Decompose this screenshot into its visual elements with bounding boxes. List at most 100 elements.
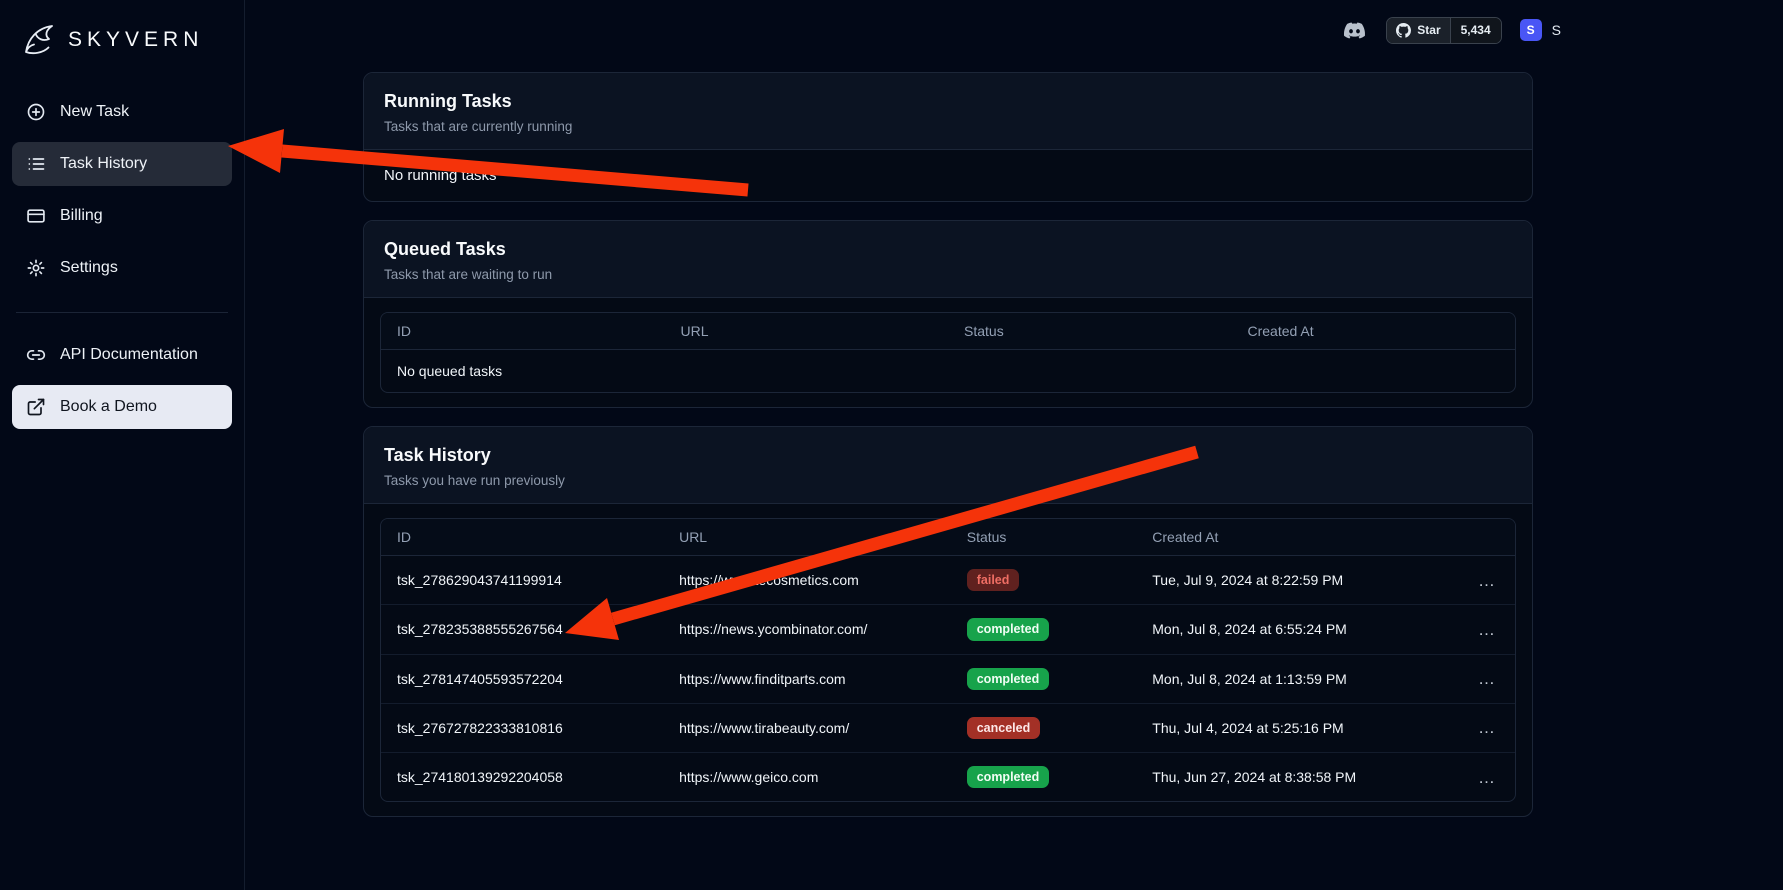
table-header-row: ID URL Status Created At [381, 313, 1515, 350]
github-star-count[interactable]: 5,434 [1450, 18, 1501, 43]
task-history-body: tsk_278629043741199914 https://www.tecos… [381, 556, 1515, 802]
sidebar-item-settings[interactable]: Settings [12, 246, 232, 290]
running-tasks-empty-text: No running tasks [364, 150, 1532, 201]
card-subtitle: Tasks you have run previously [384, 473, 1512, 488]
task-actions-cell: … [1458, 654, 1515, 703]
column-header-created-at: Created At [1136, 519, 1458, 556]
sidebar-item-book-a-demo[interactable]: Book a Demo [12, 385, 232, 429]
sidebar-item-task-history[interactable]: Task History [12, 142, 232, 186]
task-status-cell: completed [951, 605, 1137, 654]
skyvern-logo-icon [18, 20, 58, 60]
discord-icon[interactable] [1341, 20, 1368, 41]
task-actions-cell: … [1458, 556, 1515, 605]
row-actions-button[interactable]: … [1474, 621, 1499, 638]
sidebar-divider [16, 312, 228, 313]
credit-card-icon [26, 206, 46, 226]
task-id-cell: tsk_278235388555267564 [381, 605, 663, 654]
column-header-status: Status [951, 519, 1137, 556]
github-icon [1396, 23, 1411, 38]
link-icon [26, 345, 46, 365]
empty-row: No queued tasks [381, 350, 1515, 393]
task-created-cell: Thu, Jun 27, 2024 at 8:38:58 PM [1136, 753, 1458, 802]
list-icon [26, 154, 46, 174]
github-star-segment[interactable]: Star [1387, 18, 1449, 43]
brand-name: SKYVERN [68, 28, 203, 52]
status-badge: completed [967, 668, 1050, 690]
task-url-cell: https://www.geico.com [663, 753, 951, 802]
column-header-id: ID [381, 519, 663, 556]
user-name-label: S [1552, 22, 1561, 38]
user-avatar[interactable]: S [1520, 19, 1542, 41]
plus-circle-icon [26, 102, 46, 122]
task-status-cell: failed [951, 556, 1137, 605]
github-star-button[interactable]: Star 5,434 [1386, 17, 1501, 44]
sidebar-item-label: New Task [60, 103, 129, 121]
column-header-actions [1458, 519, 1515, 556]
task-id-cell: tsk_278629043741199914 [381, 556, 663, 605]
queued-tasks-header: Queued Tasks Tasks that are waiting to r… [364, 221, 1532, 298]
task-history-body-wrap: ID URL Status Created At tsk_27862904374… [364, 504, 1532, 816]
task-history-card: Task History Tasks you have run previous… [363, 426, 1533, 817]
card-title: Running Tasks [384, 91, 1512, 112]
task-status-cell: canceled [951, 703, 1137, 752]
status-badge: completed [967, 618, 1050, 640]
sidebar-item-label: API Documentation [60, 346, 198, 364]
task-url-cell: https://www.tecosmetics.com [663, 556, 951, 605]
status-badge: canceled [967, 717, 1041, 739]
task-url-cell: https://news.ycombinator.com/ [663, 605, 951, 654]
task-url-cell: https://www.finditparts.com [663, 654, 951, 703]
github-star-label: Star [1417, 23, 1440, 37]
row-actions-button[interactable]: … [1474, 670, 1499, 687]
table-row[interactable]: tsk_278235388555267564 https://news.ycom… [381, 605, 1515, 654]
table-row[interactable]: tsk_274180139292204058 https://www.geico… [381, 753, 1515, 802]
gear-icon [26, 258, 46, 278]
sidebar-item-api-documentation[interactable]: API Documentation [12, 333, 232, 377]
row-actions-button[interactable]: … [1474, 572, 1499, 589]
card-title: Queued Tasks [384, 239, 1512, 260]
task-actions-cell: … [1458, 605, 1515, 654]
row-actions-button[interactable]: … [1474, 719, 1499, 736]
running-tasks-header: Running Tasks Tasks that are currently r… [364, 73, 1532, 150]
sidebar-item-label: Task History [60, 155, 147, 173]
column-header-id: ID [381, 313, 665, 350]
task-id-cell: tsk_276727822333810816 [381, 703, 663, 752]
card-title: Task History [384, 445, 1512, 466]
running-tasks-card: Running Tasks Tasks that are currently r… [363, 72, 1533, 202]
queued-tasks-table: ID URL Status Created At No queued tasks [380, 312, 1516, 393]
task-status-cell: completed [951, 654, 1137, 703]
row-actions-button[interactable]: … [1474, 769, 1499, 786]
topbar: Star 5,434 S S [245, 0, 1783, 60]
column-header-url: URL [663, 519, 951, 556]
queued-tasks-body: ID URL Status Created At No queued tasks [364, 298, 1532, 407]
queued-tasks-card: Queued Tasks Tasks that are waiting to r… [363, 220, 1533, 408]
table-header-row: ID URL Status Created At [381, 519, 1515, 556]
main-content: Running Tasks Tasks that are currently r… [363, 72, 1533, 817]
sidebar-item-billing[interactable]: Billing [12, 194, 232, 238]
task-actions-cell: … [1458, 703, 1515, 752]
task-created-cell: Tue, Jul 9, 2024 at 8:22:59 PM [1136, 556, 1458, 605]
task-url-cell: https://www.tirabeauty.com/ [663, 703, 951, 752]
card-subtitle: Tasks that are waiting to run [384, 267, 1512, 282]
external-link-icon [26, 397, 46, 417]
column-header-status: Status [948, 313, 1232, 350]
card-subtitle: Tasks that are currently running [384, 119, 1512, 134]
task-created-cell: Thu, Jul 4, 2024 at 5:25:16 PM [1136, 703, 1458, 752]
brand: SKYVERN [12, 14, 232, 60]
task-created-cell: Mon, Jul 8, 2024 at 1:13:59 PM [1136, 654, 1458, 703]
task-history-table: ID URL Status Created At tsk_27862904374… [380, 518, 1516, 802]
table-row[interactable]: tsk_276727822333810816 https://www.tirab… [381, 703, 1515, 752]
task-status-cell: completed [951, 753, 1137, 802]
column-header-created-at: Created At [1232, 313, 1516, 350]
task-created-cell: Mon, Jul 8, 2024 at 6:55:24 PM [1136, 605, 1458, 654]
queued-tasks-empty-text: No queued tasks [381, 350, 1515, 393]
sidebar-item-label: Billing [60, 207, 103, 225]
table-row[interactable]: tsk_278629043741199914 https://www.tecos… [381, 556, 1515, 605]
status-badge: failed [967, 569, 1020, 591]
table-row[interactable]: tsk_278147405593572204 https://www.findi… [381, 654, 1515, 703]
task-actions-cell: … [1458, 753, 1515, 802]
sidebar-item-new-task[interactable]: New Task [12, 90, 232, 134]
sidebar-item-label: Settings [60, 259, 118, 277]
status-badge: completed [967, 766, 1050, 788]
column-header-url: URL [665, 313, 949, 350]
task-id-cell: tsk_278147405593572204 [381, 654, 663, 703]
